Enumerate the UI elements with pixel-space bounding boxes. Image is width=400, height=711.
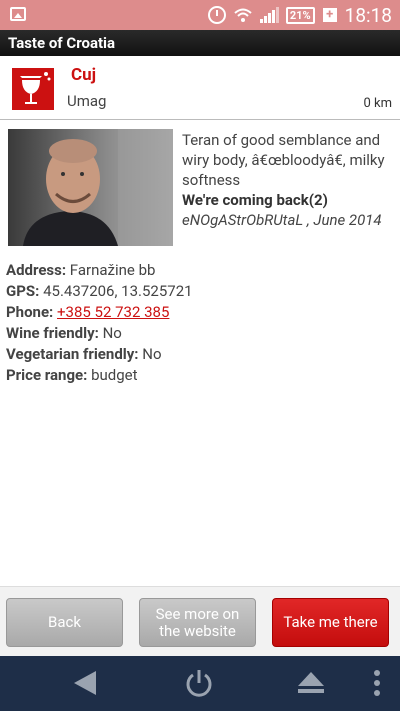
wine-label: Wine friendly: — [6, 324, 99, 342]
venue-photo — [8, 129, 173, 246]
website-button-line2: the website — [159, 621, 236, 640]
review-headline: We're coming back(2) — [182, 191, 328, 209]
price-label: Price range: — [6, 366, 88, 384]
wine-value: No — [102, 324, 122, 342]
address-label: Address: — [6, 261, 67, 279]
review: Teran of good semblance and wiry body, â… — [182, 130, 394, 230]
address-row: Address: Farnažine bb — [6, 260, 396, 281]
wine-row: Wine friendly: No — [6, 323, 396, 344]
veg-label: Vegetarian friendly: — [6, 345, 139, 363]
back-button[interactable]: Back — [6, 598, 123, 647]
review-byline: eNOgAStrObRUtaL , June 2014 — [182, 211, 382, 229]
price-row: Price range: budget — [6, 365, 396, 386]
power-icon[interactable] — [184, 668, 214, 698]
status-bar: 21% + 18:18 — [0, 0, 400, 30]
website-button[interactable]: See more on the website — [139, 598, 256, 647]
clock-time: 18:18 — [344, 3, 392, 27]
gps-value: 45.437206, 13.525721 — [43, 282, 193, 300]
menu-dots-icon[interactable] — [362, 668, 392, 698]
wine-glass-logo — [12, 68, 54, 110]
app-title: Taste of Croatia — [0, 30, 400, 56]
veg-row: Vegetarian friendly: No — [6, 344, 396, 365]
venue-name: Cuj — [71, 65, 97, 85]
signal-icon — [259, 7, 279, 23]
review-text: Teran of good semblance and wiry body, â… — [182, 131, 385, 189]
address-value: Farnažine bb — [69, 261, 156, 279]
battery-icon: 21% — [285, 6, 315, 24]
venue-header: Cuj Umag 0 km — [0, 56, 400, 120]
venue-distance: 0 km — [363, 96, 392, 111]
charging-icon: + — [322, 8, 337, 22]
image-icon — [10, 7, 26, 21]
website-button-line1: See more on — [155, 604, 240, 623]
phone-link[interactable]: +385 52 732 385 — [57, 303, 169, 321]
phone-row: Phone: +385 52 732 385 — [6, 302, 396, 323]
wifi-icon — [234, 8, 252, 22]
alarm-icon — [207, 6, 226, 24]
phone-label: Phone: — [6, 303, 54, 321]
gps-row: GPS: 45.437206, 13.525721 — [6, 281, 396, 302]
price-value: budget — [91, 366, 138, 384]
navigation-bar — [0, 656, 400, 711]
veg-value: No — [142, 345, 162, 363]
gps-label: GPS: — [6, 282, 40, 300]
take-me-there-button[interactable]: Take me there — [272, 598, 389, 647]
back-nav-icon[interactable] — [70, 668, 100, 698]
venue-city: Umag — [67, 92, 107, 110]
venue-info: Address: Farnažine bb GPS: 45.437206, 13… — [6, 260, 396, 386]
button-bar: Back See more on the website Take me the… — [0, 586, 400, 656]
eject-icon[interactable] — [296, 668, 326, 698]
